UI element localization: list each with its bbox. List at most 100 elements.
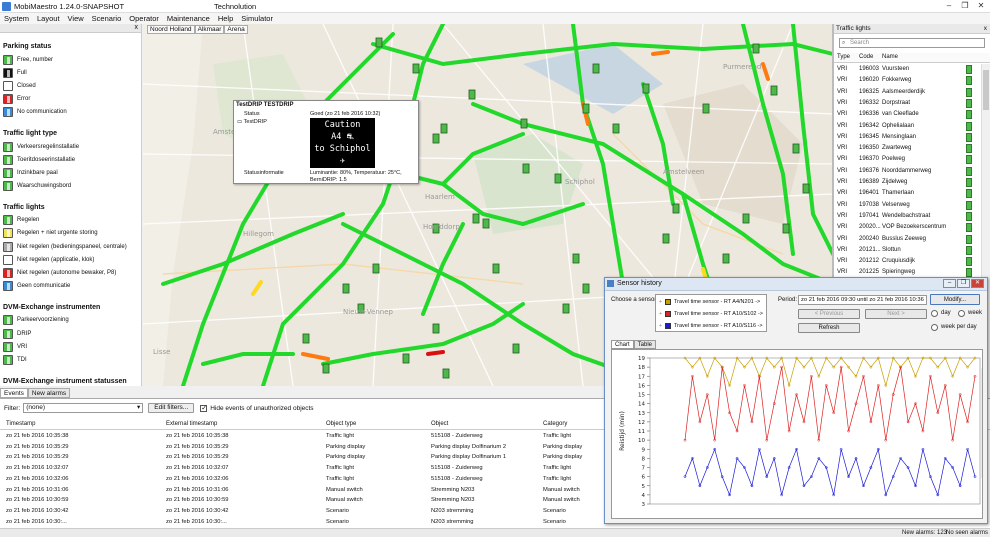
- legend-item-label: No communication: [17, 109, 67, 116]
- menu-maintenance[interactable]: Maintenance: [163, 14, 214, 23]
- traffic-light-icon: [966, 144, 972, 154]
- col-object[interactable]: Object: [431, 421, 448, 427]
- table-row[interactable]: VRI 196003 Vuursteen: [834, 64, 990, 75]
- tl-type: VRI: [837, 269, 848, 276]
- period-field[interactable]: zo 21 feb 2016 09:30 until zo 21 feb 201…: [798, 295, 927, 305]
- legend-status-icon: [3, 341, 13, 352]
- y-axis-label: Reistijd (min): [619, 411, 626, 451]
- tl-type: VRI: [837, 246, 848, 253]
- menu-help[interactable]: Help: [214, 14, 237, 23]
- traffic-light-icon: [966, 65, 972, 74]
- table-row[interactable]: VRI 196332 Dorpstraat: [834, 98, 990, 109]
- tab-events[interactable]: Events: [0, 388, 28, 398]
- sensor-list[interactable]: + Travel time sensor - RT A4/N201 -> + Tra…: [655, 294, 767, 332]
- traffic-lights-close-icon[interactable]: x: [984, 24, 987, 33]
- table-row[interactable]: VRI 196345 Mensinglaan: [834, 132, 990, 143]
- traffic-light-icon: [966, 211, 972, 221]
- col-external-timestamp[interactable]: External timestamp: [166, 421, 217, 427]
- traffic-lights-search-input[interactable]: ⌕ Search: [839, 38, 985, 48]
- col-type[interactable]: Type: [837, 54, 850, 60]
- drip-popup[interactable]: TestDRIP TESTDRIP Status Goed (zo 21 feb…: [233, 100, 419, 184]
- sensor-history-window[interactable]: Sensor history – ❐ ✕ Choose a sensor: + T…: [604, 277, 989, 524]
- table-row[interactable]: VRI 197038 Velserweg: [834, 200, 990, 211]
- tab-table[interactable]: Table: [633, 340, 657, 349]
- legend-status-icon: [3, 328, 13, 339]
- sensor-item[interactable]: + Travel time sensor - RT A4/N201 ->: [656, 296, 768, 307]
- legend-item: Regelen + niet urgente storing: [0, 227, 141, 240]
- hide-unauthorized-checkbox[interactable]: [200, 404, 208, 412]
- menu-view[interactable]: View: [64, 14, 88, 23]
- radio-day[interactable]: [931, 310, 938, 317]
- expand-icon[interactable]: +: [656, 311, 665, 317]
- map-label-hoofddorp: Hoofddorp: [423, 223, 460, 231]
- radio-week-per-day[interactable]: [931, 324, 938, 331]
- sh-minimize-icon[interactable]: –: [943, 279, 956, 288]
- y-tick-label: 6: [642, 475, 646, 481]
- no-seen-alarms: No seen alarms: [946, 530, 989, 536]
- tl-name: Dorpstraat: [882, 99, 911, 106]
- menu-system[interactable]: System: [0, 14, 33, 23]
- minimize-icon[interactable]: –: [942, 1, 956, 11]
- map-tab-noord-holland[interactable]: Noord Holland: [147, 25, 195, 34]
- menu-simulator[interactable]: Simulator: [237, 14, 277, 23]
- travel-time-chart[interactable]: 3 4 5 6 7 8 9 10 11 12 13 14 15 16 17 18 19 Reistijd (min…: [612, 350, 989, 518]
- menu-layout[interactable]: Layout: [33, 14, 64, 23]
- tab-new-alarms[interactable]: New alarms: [27, 388, 71, 398]
- table-row[interactable]: VRI 196389 Zijdelweg: [834, 177, 990, 188]
- tab-chart[interactable]: Chart: [611, 340, 634, 349]
- table-row[interactable]: VRI 197041 Wendelbachstraat: [834, 211, 990, 222]
- new-alarms-count[interactable]: New alarms: 123: [902, 530, 947, 536]
- filter-select[interactable]: (none): [23, 403, 144, 413]
- table-row[interactable]: VRI 196350 Zwarteweg: [834, 143, 990, 154]
- sh-maximize-icon[interactable]: ❐: [957, 279, 970, 288]
- maximize-icon[interactable]: ❐: [958, 1, 972, 11]
- expand-icon[interactable]: +: [656, 323, 665, 329]
- legend-item: Closed: [0, 79, 141, 92]
- table-row[interactable]: VRI 200240 Busslus Zeeweg: [834, 234, 990, 245]
- table-row[interactable]: VRI 196370 Poelweg: [834, 154, 990, 165]
- sh-close-icon[interactable]: ✕: [971, 279, 984, 288]
- tl-type: VRI: [837, 235, 848, 242]
- col-object-type[interactable]: Object type: [326, 421, 356, 427]
- menu-scenario[interactable]: Scenario: [88, 14, 126, 23]
- modify-button[interactable]: Modify...: [930, 294, 980, 305]
- previous-button[interactable]: < Previous: [798, 309, 860, 319]
- col-category[interactable]: Category: [543, 421, 567, 427]
- next-button[interactable]: Next >: [865, 309, 927, 319]
- edit-filters-button[interactable]: Edit filters...: [148, 403, 195, 413]
- legend-status-icon: [3, 154, 13, 165]
- col-code[interactable]: Code: [859, 54, 873, 60]
- table-row[interactable]: VRI 201212 Cruquiusdijk: [834, 256, 990, 267]
- refresh-button[interactable]: Refresh: [798, 323, 860, 333]
- table-row[interactable]: VRI 196376 Noorddammerweg: [834, 166, 990, 177]
- ev-category: Scenario: [543, 518, 566, 525]
- map-label-purmerend: Purmerend: [723, 63, 761, 71]
- table-row[interactable]: VRI 196325 Aalsmeerderdijk: [834, 87, 990, 98]
- table-row[interactable]: VRI 196020 Fokkerweg: [834, 75, 990, 86]
- close-icon[interactable]: ✕: [974, 1, 988, 11]
- chart-area[interactable]: 3 4 5 6 7 8 9 10 11 12 13 14 15 16 17 18 19 Reistijd (min…: [611, 349, 989, 519]
- expand-icon[interactable]: +: [656, 299, 665, 305]
- table-row[interactable]: VRI 20121... Slottun: [834, 245, 990, 256]
- map-label-lisse: Lisse: [153, 348, 170, 356]
- sensor-item[interactable]: + Travel time sensor - RT A10/S102 ->: [656, 308, 768, 319]
- table-row[interactable]: VRI 20020... VOP Bezoekerscentrum: [834, 222, 990, 233]
- map-tab-alkmaar[interactable]: Alkmaar: [194, 25, 225, 34]
- tl-type: VRI: [837, 145, 848, 152]
- scrollbar-thumb[interactable]: [983, 70, 989, 110]
- menu-operator[interactable]: Operator: [125, 14, 163, 23]
- map-tab-arena[interactable]: Arena: [224, 25, 248, 34]
- sensor-item[interactable]: + Travel time sensor - RT A10/S116 ->: [656, 320, 768, 331]
- col-timestamp[interactable]: Timestamp: [6, 421, 35, 427]
- legend-item: Free, number: [0, 53, 141, 66]
- col-name[interactable]: Name: [882, 54, 898, 60]
- sensor-history-title-bar[interactable]: Sensor history – ❐ ✕: [605, 278, 987, 291]
- radio-week[interactable]: [958, 310, 965, 317]
- legend-close-icon[interactable]: x: [135, 24, 139, 32]
- legend-status-icon: [3, 268, 13, 279]
- popup-title: TestDRIP TESTDRIP: [236, 102, 294, 108]
- table-row[interactable]: VRI 196342 Ophelialaan: [834, 121, 990, 132]
- table-row[interactable]: VRI 196401 Thamerlaan: [834, 188, 990, 199]
- legend-item-label: Regelen + niet urgente storing: [17, 230, 98, 237]
- table-row[interactable]: VRI 196336 van Cleeflade: [834, 109, 990, 120]
